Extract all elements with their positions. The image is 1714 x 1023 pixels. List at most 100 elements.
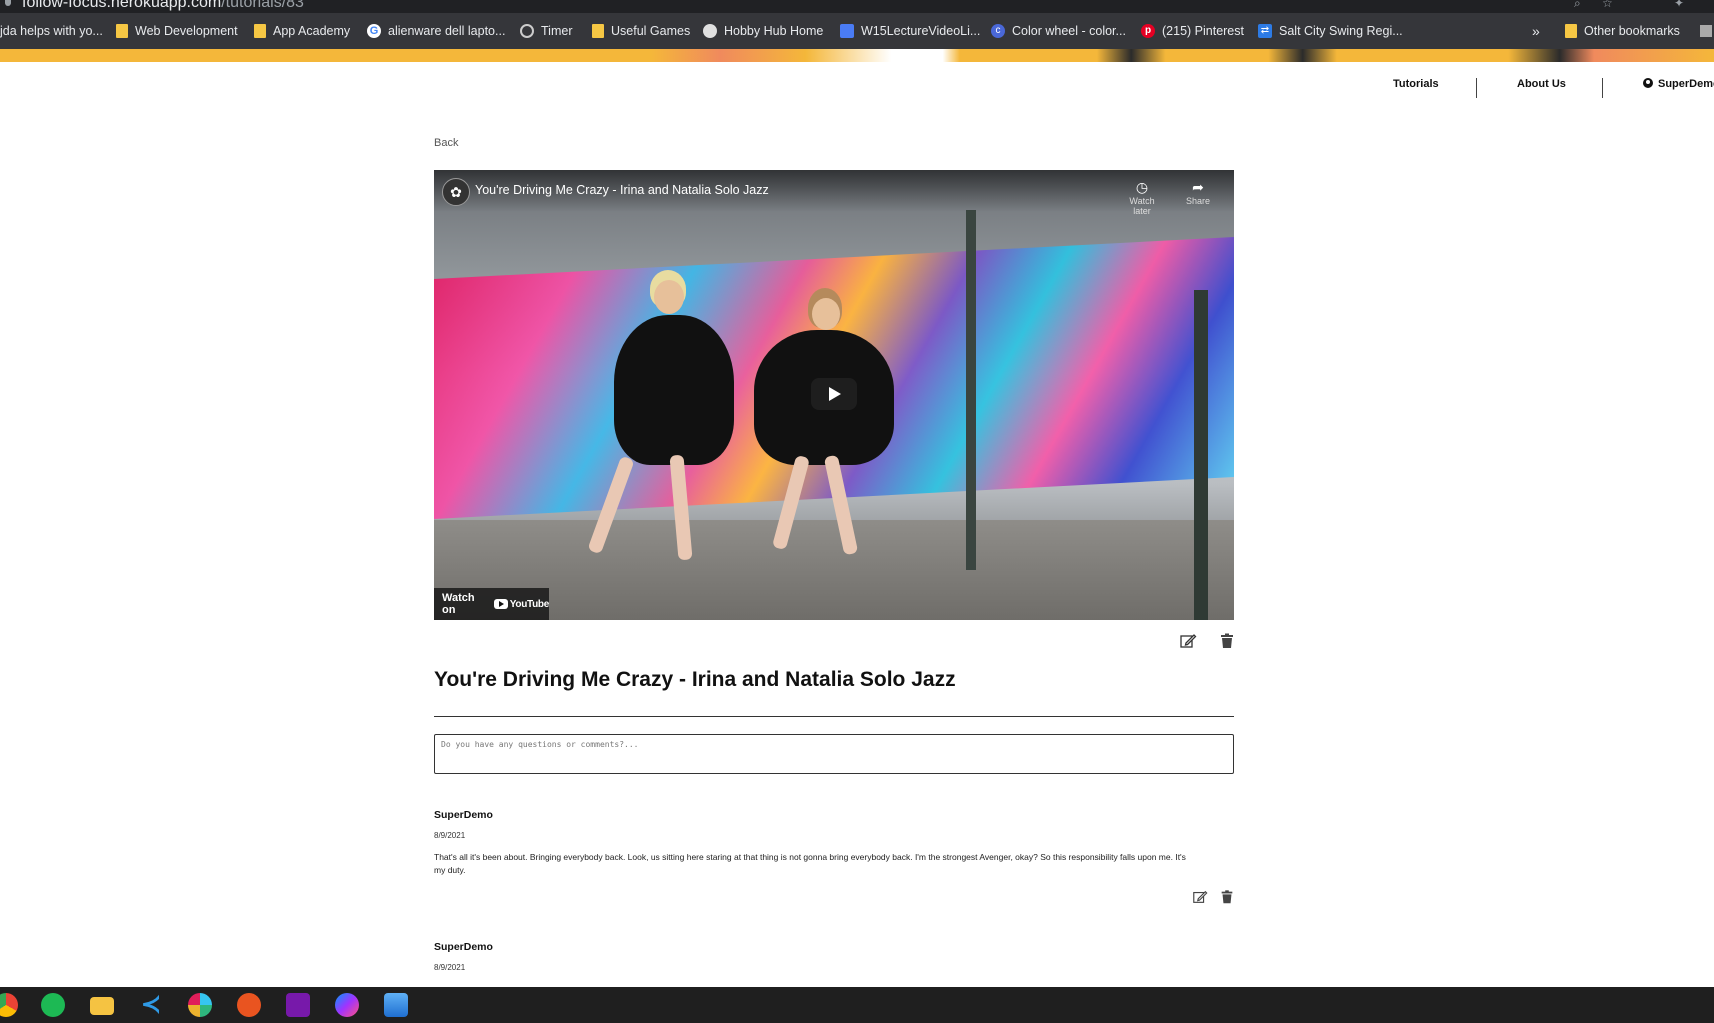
comment-author: SuperDemo bbox=[434, 941, 493, 953]
nav-about-label: About Us bbox=[1517, 78, 1566, 90]
doc-icon bbox=[840, 24, 854, 38]
bookmark-item[interactable]: c Color wheel - color... bbox=[991, 13, 1126, 49]
browser-address-bar[interactable]: follow-focus.herokuapp.com/tutorials/83 … bbox=[0, 0, 1714, 13]
edit-tutorial-button[interactable] bbox=[1179, 632, 1197, 650]
bookmark-item[interactable]: Hobby Hub Home bbox=[703, 13, 823, 49]
youtube-video-player[interactable]: ✿ You're Driving Me Crazy - Irina and Na… bbox=[434, 170, 1234, 620]
back-link[interactable]: Back bbox=[434, 137, 458, 149]
comment-date: 8/9/2021 bbox=[434, 963, 466, 972]
comment-text: That's all it's been about. Bringing eve… bbox=[434, 852, 1186, 875]
messenger-icon[interactable] bbox=[335, 993, 359, 1017]
chrome-icon[interactable] bbox=[0, 993, 18, 1017]
dancer-figure bbox=[812, 298, 840, 330]
bookmark-item[interactable]: ⇄ Salt City Swing Regi... bbox=[1258, 13, 1403, 49]
search-icon[interactable]: ⌕ bbox=[1574, 0, 1586, 9]
spotify-icon[interactable] bbox=[41, 993, 65, 1017]
share-button[interactable]: ➦ Share bbox=[1176, 178, 1220, 206]
watch-on-label: Watch on bbox=[442, 592, 475, 616]
bookmark-item[interactable]: jda helps with yo... bbox=[0, 13, 103, 49]
bookmark-folder-web-development[interactable]: Web Development bbox=[116, 13, 238, 49]
nav-tutorials-label: Tutorials bbox=[1393, 78, 1439, 90]
slack-icon[interactable] bbox=[188, 993, 212, 1017]
google-icon: G bbox=[367, 24, 381, 38]
chevron-right-icon: » bbox=[1532, 23, 1540, 39]
vscode-icon[interactable]: ≺ bbox=[139, 993, 163, 1017]
bookmark-label: Web Development bbox=[135, 24, 238, 38]
video-frame-pole bbox=[966, 210, 976, 570]
edit-icon bbox=[1180, 634, 1197, 648]
os-taskbar: ≺ bbox=[0, 987, 1714, 1023]
timer-icon bbox=[520, 24, 534, 38]
bookmarks-bar: jda helps with yo... Web Development App… bbox=[0, 13, 1714, 49]
folder-icon bbox=[116, 24, 128, 38]
trash-icon bbox=[1221, 633, 1233, 648]
delete-comment-button[interactable] bbox=[1219, 889, 1235, 905]
watch-on-youtube-button[interactable]: Watch on YouTube bbox=[434, 588, 549, 620]
bookmark-label: Hobby Hub Home bbox=[724, 24, 824, 38]
hobby-hub-icon bbox=[703, 24, 717, 38]
file-explorer-icon[interactable] bbox=[90, 997, 114, 1015]
bookmark-item[interactable]: Timer bbox=[520, 13, 572, 49]
bookmark-folder-app-academy[interactable]: App Academy bbox=[254, 13, 350, 49]
comment-date: 8/9/2021 bbox=[434, 831, 466, 840]
title-divider bbox=[434, 716, 1234, 717]
photos-icon[interactable] bbox=[384, 993, 408, 1017]
bookmark-item[interactable]: p (215) Pinterest bbox=[1141, 13, 1244, 49]
bookmark-label: Timer bbox=[541, 24, 573, 38]
delete-tutorial-button[interactable] bbox=[1218, 632, 1236, 650]
bookmarks-overflow-button[interactable]: » bbox=[1532, 13, 1540, 49]
dancer-figure bbox=[614, 315, 734, 465]
watch-later-button[interactable]: ◷ Watch later bbox=[1120, 178, 1164, 216]
nav-divider bbox=[1476, 78, 1477, 98]
nav-tutorials[interactable]: Tutorials bbox=[1393, 78, 1439, 98]
channel-avatar-icon[interactable]: ✿ bbox=[442, 178, 470, 206]
bookmark-label: App Academy bbox=[273, 24, 351, 38]
share-icon: ⇄ bbox=[1258, 24, 1272, 38]
clock-icon: ◷ bbox=[1135, 179, 1149, 195]
video-title-link[interactable]: You're Driving Me Crazy - Irina and Nata… bbox=[475, 183, 769, 197]
youtube-logo-icon: YouTube bbox=[493, 598, 550, 610]
youtube-label: YouTube bbox=[509, 598, 550, 610]
tutorial-title: You're Driving Me Crazy - Irina and Nata… bbox=[434, 668, 956, 691]
onenote-icon[interactable] bbox=[286, 993, 310, 1017]
bookmark-folder-other[interactable]: Other bookmarks bbox=[1565, 13, 1680, 49]
folder-icon bbox=[254, 24, 266, 38]
bookmark-item[interactable]: W15LectureVideoLi... bbox=[840, 13, 980, 49]
extensions-icon[interactable]: ✦ bbox=[1674, 0, 1686, 9]
bookmark-folder-useful-games[interactable]: Useful Games bbox=[592, 13, 690, 49]
reading-list-icon[interactable] bbox=[1700, 13, 1712, 49]
site-banner bbox=[0, 49, 1714, 62]
play-button[interactable] bbox=[811, 378, 857, 410]
bookmark-label: jda helps with yo... bbox=[0, 24, 103, 38]
bookmark-label: Useful Games bbox=[611, 24, 691, 38]
url-text[interactable]: follow-focus.herokuapp.com/tutorials/83 bbox=[22, 0, 304, 12]
comment-input[interactable] bbox=[434, 734, 1234, 774]
comment-author: SuperDemo bbox=[434, 809, 493, 821]
nav-about-us[interactable]: About Us bbox=[1517, 78, 1566, 98]
ubuntu-icon[interactable] bbox=[237, 993, 261, 1017]
bookmark-label: Salt City Swing Regi... bbox=[1279, 24, 1403, 38]
pinterest-icon: p bbox=[1141, 24, 1155, 38]
bookmark-label: W15LectureVideoLi... bbox=[861, 24, 981, 38]
edit-icon bbox=[1193, 890, 1208, 903]
site-info-icon[interactable] bbox=[5, 0, 11, 6]
user-circle-icon bbox=[1643, 78, 1653, 88]
url-host: follow-focus.herokuapp.com bbox=[22, 0, 222, 11]
folder-icon bbox=[1565, 24, 1577, 38]
video-frame-ground bbox=[434, 520, 1234, 620]
bookmark-item[interactable]: Galienware dell lapto... bbox=[367, 13, 505, 49]
video-frame-pole bbox=[1194, 290, 1208, 620]
edit-comment-button[interactable] bbox=[1192, 889, 1208, 905]
share-arrow-icon: ➦ bbox=[1192, 179, 1204, 195]
nav-user-menu[interactable]: SuperDemo bbox=[1643, 78, 1714, 98]
bookmark-label: Other bookmarks bbox=[1584, 24, 1680, 38]
watch-later-label: Watch later bbox=[1129, 196, 1155, 216]
bookmark-label: Color wheel - color... bbox=[1012, 24, 1126, 38]
star-icon[interactable]: ☆ bbox=[1602, 0, 1614, 9]
color-wheel-icon: c bbox=[991, 24, 1005, 38]
bookmark-label: (215) Pinterest bbox=[1162, 24, 1244, 38]
bookmark-label: alienware dell lapto... bbox=[388, 24, 506, 38]
trash-icon bbox=[1221, 890, 1233, 904]
url-path: /tutorials/83 bbox=[221, 0, 304, 11]
nav-divider bbox=[1602, 78, 1603, 98]
